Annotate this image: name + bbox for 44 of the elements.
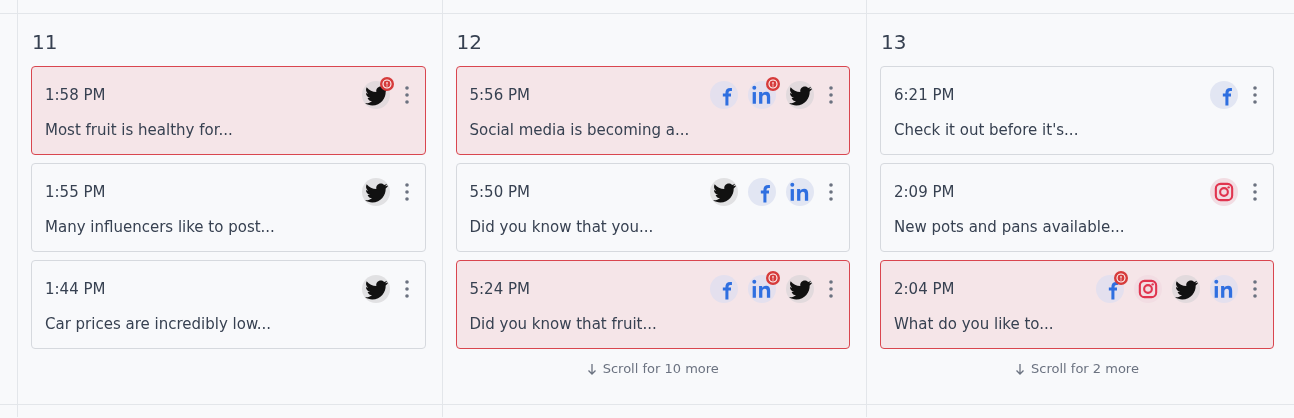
down-arrow-icon <box>586 362 597 375</box>
post-time: 5:56 PM <box>469 86 530 104</box>
post-text: Did you know that fruit... <box>469 315 658 333</box>
post-time: 1:58 PM <box>45 86 106 104</box>
day-number: 13 <box>880 30 908 56</box>
post-card[interactable]: 5:24 PM Did you know that fruit... <box>455 260 850 349</box>
down-arrow-icon <box>1015 362 1026 375</box>
day-number: 11 <box>31 30 59 56</box>
more-options-icon[interactable] <box>403 85 410 105</box>
more-options-icon[interactable] <box>1252 85 1258 105</box>
more-options-icon[interactable] <box>1252 182 1258 202</box>
post-time: 2:09 PM <box>894 183 955 201</box>
post-card[interactable]: 1:58 PM Most fruit is healthy for... <box>31 66 426 155</box>
post-text: Did you know that you... <box>469 218 655 236</box>
more-options-icon[interactable] <box>828 85 834 105</box>
post-text: New pots and pans available... <box>894 218 1126 236</box>
scroll-hint: Scroll for 10 more <box>602 361 719 376</box>
post-text: Many influencers like to post... <box>45 218 276 236</box>
post-card[interactable]: 5:50 PM Did you know that you... <box>455 163 850 252</box>
day-number: 12 <box>455 30 483 56</box>
post-text: Most fruit is healthy for... <box>45 121 234 139</box>
bird-icon <box>361 81 390 109</box>
post-time: 5:50 PM <box>469 183 530 201</box>
more-options-icon[interactable] <box>403 182 410 202</box>
post-time: 2:04 PM <box>894 280 955 298</box>
more-options-icon[interactable] <box>1252 279 1258 299</box>
more-options-icon[interactable] <box>828 182 834 202</box>
more-options-icon[interactable] <box>403 279 410 299</box>
post-card[interactable]: 5:56 PM Social media is becoming a... <box>455 66 850 155</box>
post-time: 1:44 PM <box>45 280 106 298</box>
post-text: Check it out before it's... <box>894 121 1080 139</box>
scroll-hint: Scroll for 2 more <box>1031 361 1139 376</box>
post-card[interactable]: 1:55 PM Many influencers like to post... <box>31 163 426 252</box>
post-card[interactable]: 2:09 PM New pots and pans available... <box>880 163 1274 252</box>
post-card[interactable]: 2:04 PM What do you like to... <box>880 260 1274 349</box>
post-time: 1:55 PM <box>45 183 106 201</box>
post-time: 5:24 PM <box>469 280 530 298</box>
post-text: Car prices are incredibly low... <box>45 315 273 333</box>
post-text: What do you like to... <box>894 315 1055 333</box>
post-text: Social media is becoming a... <box>469 121 691 139</box>
post-card[interactable]: 1:44 PM Car prices are incredibly low... <box>31 260 426 349</box>
post-time: 6:21 PM <box>894 86 955 104</box>
post-card[interactable]: 6:21 PM Check it out before it's... <box>880 66 1274 155</box>
more-options-icon[interactable] <box>828 279 834 299</box>
